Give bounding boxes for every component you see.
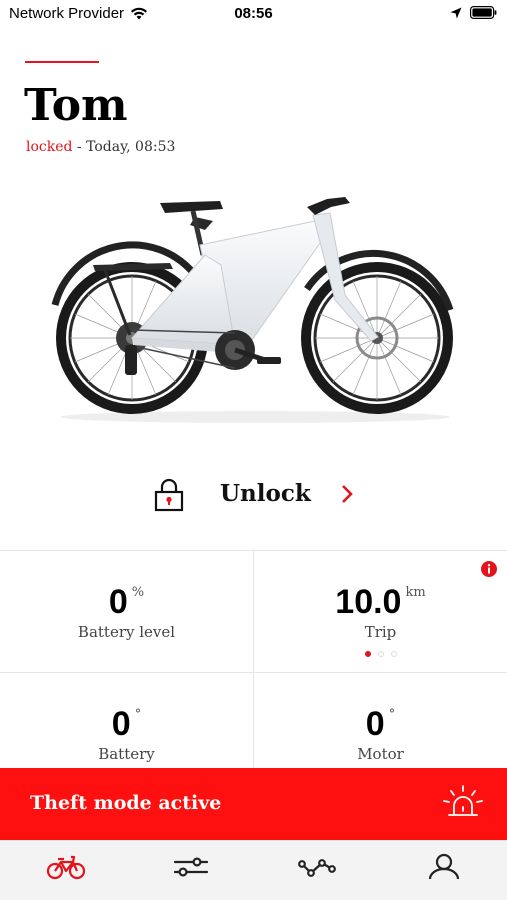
stat-battery-level: 0% Battery level — [0, 551, 253, 673]
status-icons — [450, 6, 497, 19]
sliders-icon — [173, 857, 209, 877]
theft-mode-banner[interactable]: Theft mode active — [0, 768, 507, 840]
padlock-icon — [154, 478, 184, 512]
route-icon — [298, 859, 336, 877]
header-accent-line — [25, 61, 99, 63]
stat-number: 0 — [108, 583, 128, 621]
location-arrow-icon — [450, 7, 462, 18]
stat-number: 10.0 — [335, 583, 402, 621]
bike-image — [45, 185, 465, 430]
stat-number: 0 — [111, 705, 131, 743]
stat-label: Trip — [364, 623, 397, 641]
trip-pager[interactable] — [254, 651, 507, 657]
status-bar: Network Provider 08:56 — [0, 0, 507, 28]
unlock-button[interactable]: Unlock — [0, 470, 507, 520]
pager-dot[interactable] — [377, 651, 384, 657]
tab-bike[interactable] — [42, 849, 90, 885]
stat-label: Motor — [357, 745, 404, 763]
info-icon[interactable] — [481, 561, 497, 577]
tab-profile[interactable] — [420, 849, 468, 885]
pager-dot[interactable] — [364, 651, 371, 657]
lock-state: locked — [26, 139, 73, 155]
tab-settings[interactable] — [167, 849, 215, 885]
clock: 08:56 — [234, 5, 273, 22]
battery-icon — [470, 6, 497, 19]
stat-battery-temp: 0 ° Battery — [0, 673, 253, 769]
tab-rides[interactable] — [293, 849, 341, 885]
stat-unit: % — [131, 585, 145, 600]
stat-value: 0% — [0, 583, 253, 622]
stat-unit: ° — [134, 707, 142, 722]
stat-number: 0 — [365, 705, 385, 743]
stat-value: 10.0 km — [254, 583, 507, 622]
stat-trip[interactable]: 10.0 km Trip — [253, 551, 507, 673]
bicycle-icon — [46, 855, 86, 880]
lock-status-line: locked - Today, 08:53 — [26, 139, 175, 155]
stat-value: 0 ° — [254, 705, 507, 744]
pager-dot[interactable] — [390, 651, 397, 657]
stat-unit: km — [405, 585, 426, 600]
stat-unit: ° — [388, 707, 396, 722]
theft-mode-label: Theft mode active — [30, 792, 222, 814]
bike-name: Tom — [24, 80, 128, 131]
last-update: - Today, 08:53 — [72, 139, 176, 155]
stat-value: 0 ° — [0, 705, 253, 744]
chevron-right-icon — [342, 485, 353, 503]
stat-motor-temp: 0 ° Motor — [253, 673, 507, 769]
alarm-siren-icon — [443, 785, 483, 816]
stats-grid: 0% Battery level 10.0 km Trip 0 ° Battery … — [0, 550, 507, 769]
unlock-label: Unlock — [220, 480, 311, 507]
stat-label: Battery level — [77, 623, 176, 641]
user-icon — [428, 853, 460, 880]
tab-bar — [0, 840, 507, 900]
stat-label: Battery — [98, 745, 155, 763]
